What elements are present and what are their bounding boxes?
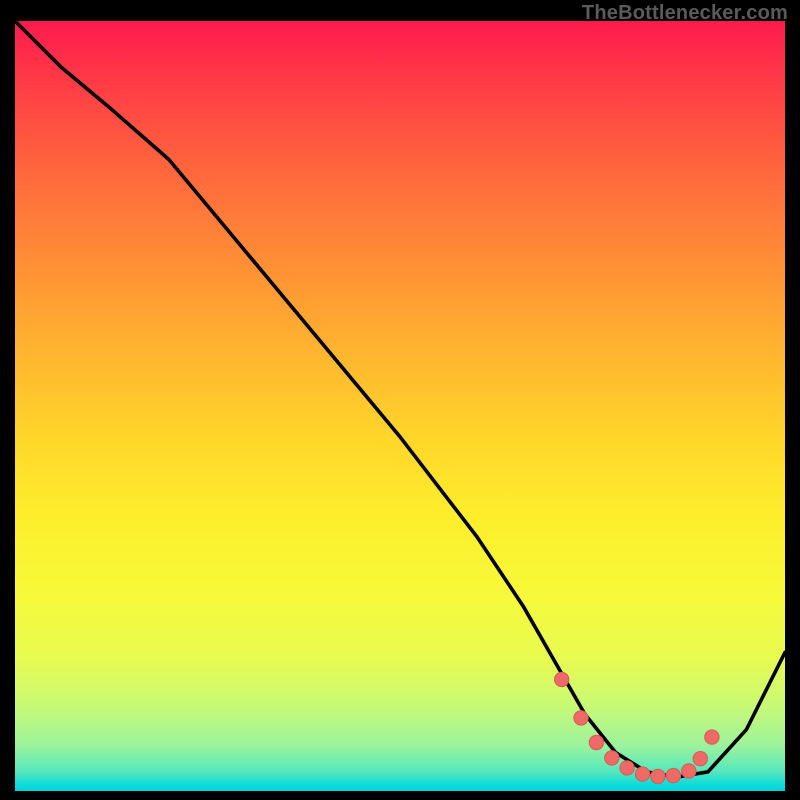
optimum-marker: [693, 752, 707, 766]
optimum-marker: [682, 764, 696, 778]
optimum-marker: [574, 711, 588, 725]
bottleneck-curve: [15, 21, 785, 777]
chart-svg: [15, 21, 785, 791]
optimum-marker: [635, 767, 649, 781]
optimum-marker: [620, 761, 634, 775]
optimum-marker: [555, 672, 569, 686]
optimum-marker: [651, 769, 665, 783]
optimum-marker: [605, 751, 619, 765]
chart-frame: [15, 21, 785, 791]
optimum-marker: [705, 730, 719, 744]
optimum-marker: [666, 768, 680, 782]
optimum-marker: [589, 735, 603, 749]
watermark-text: TheBottlenecker.com: [582, 2, 788, 25]
